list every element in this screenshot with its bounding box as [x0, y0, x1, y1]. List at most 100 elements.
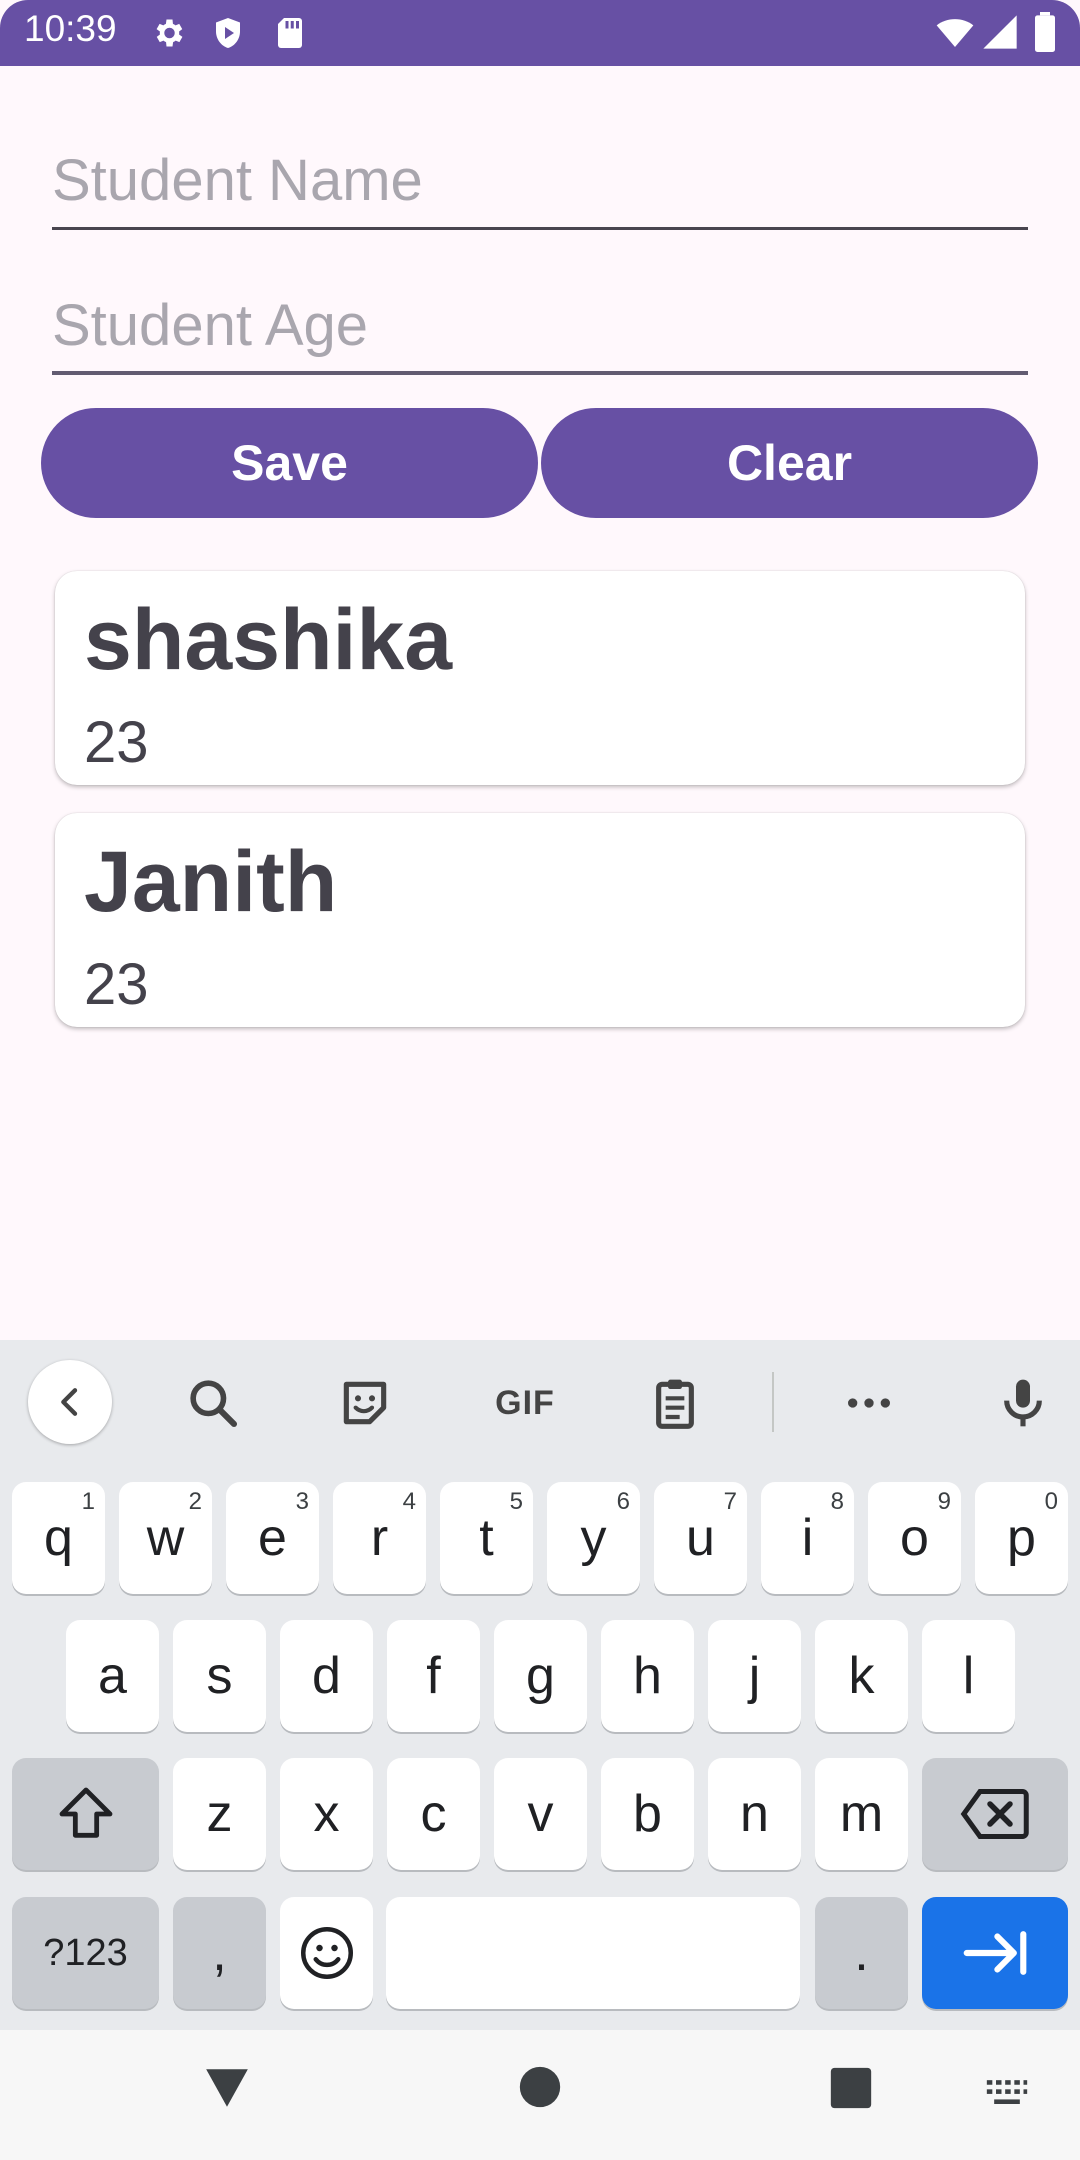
- battery-icon: [1035, 12, 1055, 52]
- toolbar-divider: [772, 1372, 774, 1432]
- comma-key[interactable]: ,: [173, 1897, 266, 2009]
- key-e[interactable]: e3: [226, 1482, 319, 1594]
- enter-key[interactable]: [922, 1897, 1068, 2009]
- backspace-key[interactable]: [922, 1758, 1068, 1870]
- gif-button[interactable]: GIF: [485, 1368, 565, 1438]
- student-name: shashika: [84, 592, 453, 688]
- sticker-button[interactable]: [330, 1368, 400, 1438]
- key-x[interactable]: x: [280, 1758, 373, 1870]
- key-f[interactable]: f: [387, 1620, 480, 1732]
- sticker-icon: [343, 1381, 387, 1425]
- student-age: 23: [84, 710, 149, 775]
- key-hint: 4: [402, 1488, 416, 1515]
- keyboard: GIF q 1 w 2 e 3 r 4 t 5 y 6 u 7 i 8 o 9 …: [0, 1340, 1080, 2030]
- key-label: i: [801, 1509, 814, 1567]
- key-d[interactable]: d: [280, 1620, 373, 1732]
- key-r[interactable]: r4: [333, 1482, 426, 1594]
- mic-icon: [1004, 1379, 1042, 1427]
- back-chevron-icon: [61, 1388, 78, 1416]
- status-bar: 10:39: [0, 0, 1080, 66]
- gif-icon: GIF: [495, 1383, 555, 1422]
- key-n[interactable]: n: [708, 1758, 801, 1870]
- key-s[interactable]: s: [173, 1620, 266, 1732]
- toolbar-back-button[interactable]: [28, 1360, 112, 1444]
- key-label: q: [44, 1509, 73, 1567]
- key-c[interactable]: c: [387, 1758, 480, 1870]
- key-v[interactable]: v: [494, 1758, 587, 1870]
- student-age-input[interactable]: [52, 285, 1028, 365]
- key-p[interactable]: p0: [975, 1482, 1068, 1594]
- student-age-underline: [52, 371, 1028, 375]
- screen: 10:39 Student Name Student Age Save Clea…: [0, 0, 1080, 2160]
- key-a[interactable]: a: [66, 1620, 159, 1732]
- clipboard-button[interactable]: [640, 1368, 710, 1438]
- key-hint: 1: [81, 1488, 95, 1515]
- key-label: o: [900, 1509, 929, 1567]
- student-name-input[interactable]: [52, 140, 1028, 220]
- key-g[interactable]: g: [494, 1620, 587, 1732]
- key-label: e: [258, 1509, 287, 1567]
- home-circle-icon[interactable]: [518, 2065, 562, 2109]
- key-hint: 5: [509, 1488, 523, 1515]
- key-o[interactable]: o9: [868, 1482, 961, 1594]
- wifi-icon: [936, 19, 974, 47]
- key-t[interactable]: t5: [440, 1482, 533, 1594]
- symbols-key[interactable]: ?123: [12, 1897, 159, 2009]
- emoji-key[interactable]: [280, 1897, 373, 2009]
- key-hint: 9: [937, 1488, 951, 1515]
- student-name: Janith: [84, 834, 338, 930]
- key-i[interactable]: i8: [761, 1482, 854, 1594]
- key-w[interactable]: w2: [119, 1482, 212, 1594]
- student-age-field[interactable]: [52, 285, 1028, 375]
- period-key[interactable]: .: [815, 1897, 908, 2009]
- key-label: u: [686, 1509, 715, 1567]
- student-name-underline: [52, 227, 1028, 230]
- key-hint: 7: [723, 1488, 737, 1515]
- student-age: 23: [84, 952, 149, 1017]
- search-icon: [190, 1380, 238, 1428]
- student-card[interactable]: Janith 23: [55, 813, 1025, 1027]
- clear-button[interactable]: Clear: [541, 408, 1038, 518]
- key-h[interactable]: h: [601, 1620, 694, 1732]
- status-time: 10:39: [24, 8, 117, 49]
- key-b[interactable]: b: [601, 1758, 694, 1870]
- shield-icon: [216, 18, 240, 48]
- recents-square-icon[interactable]: [829, 2066, 873, 2110]
- student-card[interactable]: shashika 23: [55, 571, 1025, 785]
- key-l[interactable]: l: [922, 1620, 1015, 1732]
- key-label: t: [479, 1509, 494, 1567]
- key-y[interactable]: y6: [547, 1482, 640, 1594]
- emoji-icon: [300, 1927, 353, 1979]
- key-hint: 0: [1044, 1488, 1058, 1515]
- key-hint: 6: [616, 1488, 630, 1515]
- shift-icon: [59, 1787, 112, 1838]
- more-icon: [848, 1398, 890, 1408]
- shift-key[interactable]: [12, 1758, 159, 1870]
- student-name-field[interactable]: [52, 140, 1028, 230]
- keyboard-switch-icon[interactable]: [985, 2078, 1029, 2108]
- key-hint: 2: [188, 1488, 202, 1515]
- signal-icon: [983, 15, 1017, 49]
- key-label: p: [1007, 1509, 1036, 1567]
- sd-card-icon: [278, 18, 302, 48]
- key-j[interactable]: j: [708, 1620, 801, 1732]
- key-u[interactable]: u7: [654, 1482, 747, 1594]
- space-key[interactable]: [386, 1897, 800, 2009]
- more-button[interactable]: [834, 1368, 904, 1438]
- back-triangle-icon[interactable]: [202, 2065, 252, 2111]
- save-button[interactable]: Save: [41, 408, 538, 518]
- next-arrow-icon: [963, 1931, 1027, 1975]
- settings-icon: [156, 19, 183, 47]
- key-m[interactable]: m: [815, 1758, 908, 1870]
- key-hint: 8: [830, 1488, 844, 1515]
- key-label: w: [146, 1509, 185, 1567]
- keyboard-toolbar: GIF: [0, 1340, 1080, 1465]
- key-q[interactable]: q1: [12, 1482, 105, 1594]
- key-k[interactable]: k: [815, 1620, 908, 1732]
- key-z[interactable]: z: [173, 1758, 266, 1870]
- search-button[interactable]: [178, 1368, 248, 1438]
- key-label: r: [370, 1509, 389, 1567]
- mic-button[interactable]: [988, 1368, 1058, 1438]
- navigation-bar: [0, 2030, 1080, 2160]
- backspace-icon: [960, 1789, 1029, 1839]
